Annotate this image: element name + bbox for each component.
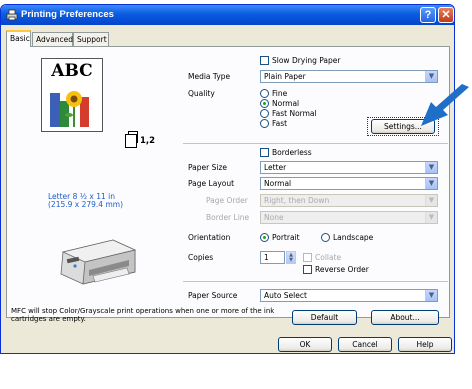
separator	[183, 143, 448, 144]
quality-fast-normal-label: Fast Normal	[272, 109, 317, 118]
close-button[interactable]: ✕	[438, 7, 454, 23]
copies-pages-icon	[125, 131, 138, 148]
collate-label: Collate	[315, 253, 342, 262]
chevron-down-icon[interactable]: ▼	[425, 162, 437, 173]
tab-support[interactable]: Support	[73, 32, 109, 46]
mfc-printer-image	[60, 239, 137, 285]
tab-basic[interactable]: Basic	[6, 30, 31, 47]
media-type-label: Media Type	[188, 72, 231, 81]
border-line-select: None ▼	[260, 211, 438, 224]
paper-source-select[interactable]: Auto Select ▼	[260, 289, 438, 302]
printer-icon	[6, 9, 18, 21]
printing-preferences-dialog: Printing Preferences ? ✕ Basic Advanced …	[0, 4, 455, 354]
paper-size-select[interactable]: Letter ▼	[260, 161, 438, 174]
reverse-order-checkbox[interactable]	[303, 265, 312, 274]
chevron-down-icon[interactable]: ▼	[425, 290, 437, 301]
help-button[interactable]: Help	[398, 337, 452, 352]
quality-fast-label: Fast	[272, 119, 288, 128]
help-title-button[interactable]: ?	[420, 7, 436, 23]
separator	[183, 281, 448, 282]
chevron-down-icon: ▼	[425, 212, 437, 223]
paper-source-value: Auto Select	[264, 291, 307, 300]
page-order-select: Right, then Down ▼	[260, 194, 438, 207]
quality-fine-label: Fine	[272, 89, 288, 98]
borderless-checkbox[interactable]	[260, 148, 269, 157]
landscape-label: Landscape	[333, 233, 374, 242]
ink-warning-line2: cartridges are empty.	[11, 315, 86, 323]
quality-normal-label: Normal	[272, 99, 300, 108]
preview-sample-text: ABC	[51, 61, 93, 81]
chevron-down-icon[interactable]: ▼	[425, 178, 437, 189]
basic-tab-panel: ABC 1,2 Letter 8 ½ x 11 in (215.9 x 279.…	[6, 46, 450, 325]
quality-fine-radio[interactable]	[260, 89, 269, 98]
title-bar[interactable]: Printing Preferences ? ✕	[1, 5, 454, 25]
landscape-radio[interactable]	[321, 233, 330, 242]
ok-button[interactable]: OK	[278, 337, 332, 352]
page-order-value: Right, then Down	[264, 196, 330, 205]
border-line-label: Border Line	[206, 213, 250, 222]
page-order-label: Page Order	[206, 196, 248, 205]
window-title: Printing Preferences	[21, 9, 114, 20]
copies-badge: 1,2	[140, 136, 156, 146]
copies-label: Copies	[188, 253, 214, 262]
reverse-order-label: Reverse Order	[315, 265, 369, 274]
collate-checkbox	[303, 253, 312, 262]
paper-size-line2: (215.9 x 279.4 mm)	[48, 200, 123, 209]
paper-source-label: Paper Source	[188, 291, 238, 300]
page-layout-value: Normal	[264, 179, 292, 188]
quality-label: Quality	[188, 89, 215, 98]
copies-spinner[interactable]: ▲ ▼	[286, 251, 296, 264]
cancel-button[interactable]: Cancel	[338, 337, 392, 352]
media-type-select[interactable]: Plain Paper ▼	[260, 70, 438, 83]
quality-fast-radio[interactable]	[260, 119, 269, 128]
tab-advanced[interactable]: Advanced	[32, 32, 73, 46]
paper-size-label: Paper Size	[188, 163, 228, 172]
portrait-radio[interactable]	[260, 233, 269, 242]
slow-drying-label: Slow Drying Paper	[272, 56, 341, 65]
portrait-label: Portrait	[272, 233, 300, 242]
pointer-arrow-icon	[421, 84, 469, 126]
print-preview: ABC	[41, 58, 103, 132]
about-button[interactable]: About...	[371, 310, 439, 325]
chevron-down-icon[interactable]: ▼	[425, 71, 437, 82]
quality-fast-normal-radio[interactable]	[260, 109, 269, 118]
ink-warning-line1: MFC will stop Color/Grayscale print oper…	[11, 307, 275, 315]
borderless-label: Borderless	[272, 148, 312, 157]
slow-drying-checkbox[interactable]	[260, 56, 269, 65]
preview-image	[50, 91, 89, 127]
ink-warning-note: MFC will stop Color/Grayscale print oper…	[11, 307, 274, 323]
orientation-label: Orientation	[188, 233, 231, 242]
page-layout-label: Page Layout	[188, 179, 235, 188]
media-type-value: Plain Paper	[264, 72, 306, 81]
border-line-value: None	[264, 213, 284, 222]
paper-size-info: Letter 8 ½ x 11 in (215.9 x 279.4 mm)	[48, 193, 123, 209]
quality-normal-radio[interactable]	[260, 99, 269, 108]
page-layout-select[interactable]: Normal ▼	[260, 177, 438, 190]
paper-size-value: Letter	[264, 163, 287, 172]
copies-input[interactable]: 1	[260, 251, 285, 264]
spin-down-icon[interactable]: ▼	[287, 258, 295, 263]
default-button[interactable]: Default	[292, 310, 357, 325]
chevron-down-icon: ▼	[425, 195, 437, 206]
